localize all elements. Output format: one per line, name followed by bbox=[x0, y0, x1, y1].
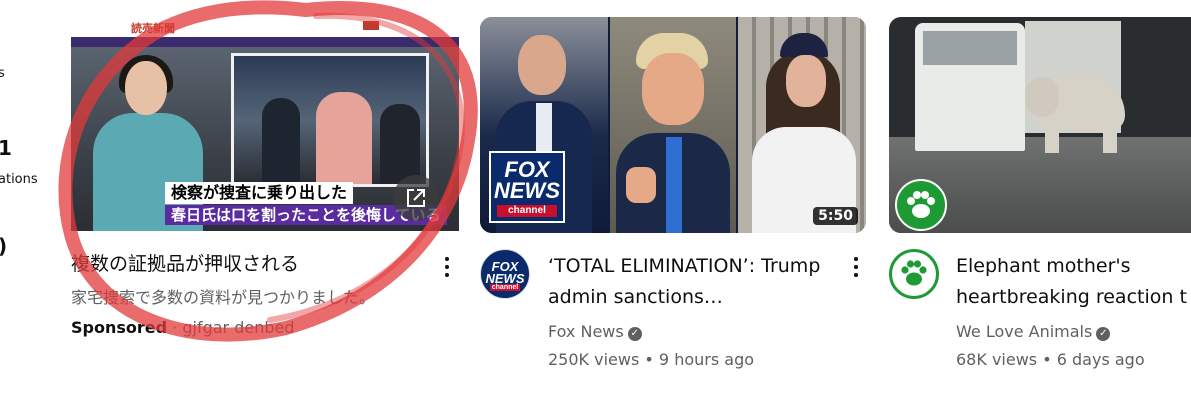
separator: • bbox=[1042, 350, 1052, 369]
video-duration: 5:50 bbox=[813, 207, 858, 225]
video-card-fox[interactable]: FOX NEWS channel 5:50 FOX NEWS channel ‘… bbox=[480, 17, 868, 369]
more-vert-icon[interactable] bbox=[844, 255, 868, 279]
logo-text: channel bbox=[497, 205, 557, 217]
annotation-circle bbox=[58, 0, 478, 342]
sidebar-peek-text-2[interactable]: ations bbox=[0, 172, 38, 187]
upload-age: 6 days ago bbox=[1056, 350, 1145, 369]
sidebar-peek: s 1 ations ) bbox=[0, 0, 40, 411]
channel-avatar[interactable] bbox=[889, 249, 939, 299]
video-title[interactable]: Elephant mother's heartbreaking reaction… bbox=[956, 251, 1191, 313]
paw-badge bbox=[895, 179, 947, 231]
sidebar-peek-icon-2[interactable]: ) bbox=[0, 234, 7, 258]
video-card-elephant[interactable]: Elephant mother's heartbreaking reaction… bbox=[889, 17, 1191, 369]
paw-icon bbox=[901, 260, 927, 286]
channel-name[interactable]: We Love Animals bbox=[956, 322, 1092, 341]
sidebar-peek-icon-1[interactable]: 1 bbox=[0, 136, 12, 160]
channel-name[interactable]: Fox News bbox=[548, 322, 624, 341]
elephant-leg bbox=[1103, 121, 1117, 153]
logo-text: NEWS bbox=[494, 178, 560, 203]
upload-age: 9 hours ago bbox=[658, 350, 755, 369]
channel-row: Fox News ✓ bbox=[548, 321, 838, 343]
separator: • bbox=[644, 350, 654, 369]
avatar-text: channel bbox=[490, 284, 520, 291]
person-hand bbox=[626, 167, 656, 203]
fox-news-logo: FOX NEWS channel bbox=[489, 151, 565, 223]
elephant-leg bbox=[1045, 121, 1059, 153]
thumbnail-panel-middle bbox=[610, 17, 736, 233]
paw-icon bbox=[907, 191, 935, 218]
channel-row: We Love Animals ✓ bbox=[956, 321, 1191, 343]
fox-thumbnail[interactable]: FOX NEWS channel 5:50 bbox=[480, 17, 866, 233]
person-face bbox=[786, 55, 826, 107]
truck-windshield bbox=[923, 31, 1017, 65]
person-face bbox=[518, 35, 566, 95]
thumbnail-panel-right bbox=[738, 17, 866, 233]
person-face bbox=[642, 53, 704, 125]
video-stats: 250K views • 9 hours ago bbox=[548, 349, 838, 371]
elephant-head bbox=[1025, 77, 1059, 117]
verified-check-icon: ✓ bbox=[627, 327, 642, 341]
verified-check-icon: ✓ bbox=[1096, 327, 1111, 341]
person-tie bbox=[666, 137, 682, 233]
view-count: 68K views bbox=[956, 350, 1038, 369]
video-title[interactable]: ‘TOTAL ELIMINATION’: Trump admin sanctio… bbox=[548, 251, 838, 313]
person-cap bbox=[780, 33, 828, 57]
view-count: 250K views bbox=[548, 350, 640, 369]
sidebar-peek-text-1[interactable]: s bbox=[0, 66, 5, 81]
video-stats: 68K views • 6 days ago bbox=[956, 349, 1191, 371]
elephant-thumbnail[interactable] bbox=[889, 17, 1191, 233]
channel-avatar[interactable]: FOX NEWS channel bbox=[480, 249, 530, 299]
